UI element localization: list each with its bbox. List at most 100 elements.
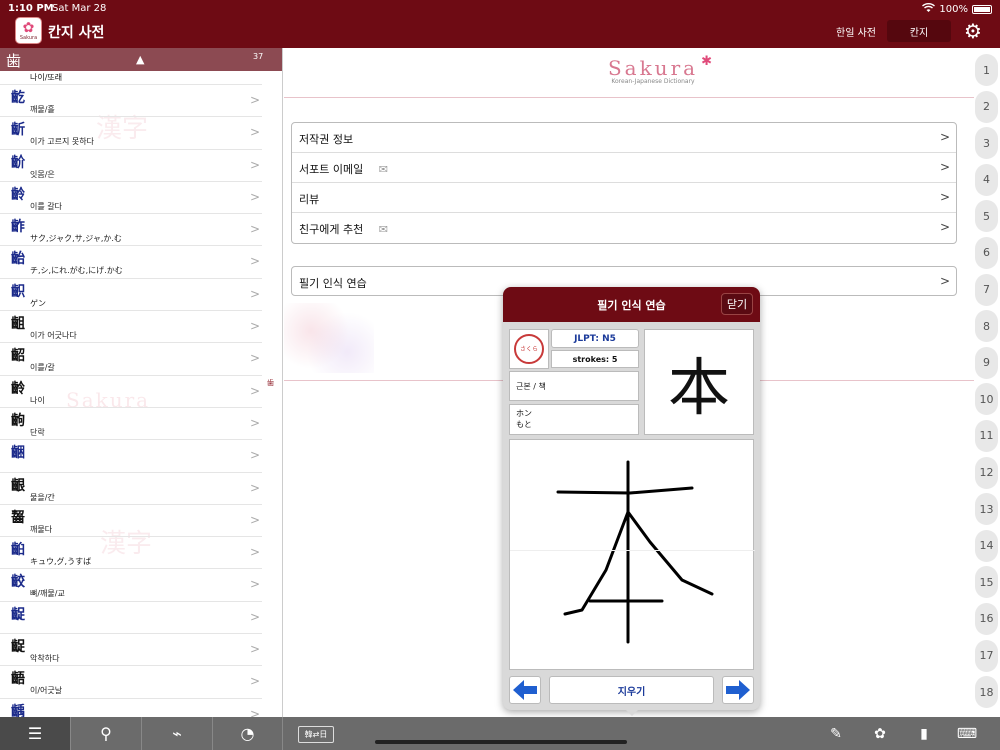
clear-button[interactable]: 지우기 xyxy=(549,676,714,704)
list-item[interactable]: 나이/또래 xyxy=(0,71,262,85)
list-item[interactable]: 齘 잇몸/은 > xyxy=(0,150,262,182)
chevron-right-icon: > xyxy=(249,319,260,334)
logo-subtitle: Korean-Japanese Dictionary xyxy=(611,78,695,85)
list-item[interactable]: 齲 > xyxy=(0,699,262,717)
index-item[interactable]: 18 xyxy=(975,676,998,709)
dictionary-segmented-control: 한일 사전 칸지 xyxy=(825,20,951,42)
list-item[interactable]: 齝チ,シ,にれ.がむ,にげ.かむ > xyxy=(0,246,262,279)
language-switch-button[interactable]: 韓⇄日 xyxy=(298,726,334,743)
list-item[interactable]: 齟 이가 어긋나다 > xyxy=(0,311,262,344)
kanji-char: 齟 xyxy=(11,316,25,333)
tab-kanji[interactable]: 칸지 xyxy=(887,20,951,42)
flower-decoration xyxy=(284,303,374,373)
on-reading: ホン xyxy=(516,409,532,418)
keyboard-icon[interactable]: ⌨ xyxy=(957,724,977,744)
chevron-right-icon: > xyxy=(939,130,950,144)
list-item[interactable]: 齡 이를 갈다 > xyxy=(0,182,262,215)
kanji-meaning-box: 근본 / 책 xyxy=(509,371,639,401)
list-item[interactable]: 齩 뼈/깨물/교 > xyxy=(0,569,262,602)
index-item[interactable]: 11 xyxy=(975,419,998,452)
list-item[interactable]: 齬 이/어긋날 > xyxy=(0,666,262,699)
index-item[interactable]: 14 xyxy=(975,529,998,562)
kanji-char: 齘 xyxy=(11,154,25,171)
kanji-char: 齡 xyxy=(11,380,25,397)
menu-item-recommend[interactable]: 친구에게 추천 ✉ > xyxy=(292,213,956,243)
index-item[interactable]: 17 xyxy=(975,639,998,672)
chevron-right-icon: > xyxy=(249,609,260,624)
list-item[interactable]: 齨キュウ,グ,うすば > xyxy=(0,537,262,570)
flower-icon[interactable]: ✿ xyxy=(870,724,890,744)
collapse-arrow-icon[interactable]: ▲ xyxy=(136,53,144,66)
kun-reading: もと xyxy=(516,420,532,429)
gear-icon[interactable]: ⚙ xyxy=(962,20,984,42)
chevron-right-icon: > xyxy=(249,254,260,269)
index-item[interactable]: 6 xyxy=(975,236,998,269)
settings-menu: 저작권 정보 > 서포트 이메일 ✉ > 리뷰 > 친구에게 추천 ✉ > xyxy=(291,122,957,244)
handwriting-strokes xyxy=(556,460,714,644)
kanji-char: 齡 xyxy=(11,186,25,203)
list-item[interactable]: 齚サク,ジャク,サ,ジャ,か.む > xyxy=(0,214,262,247)
list-item[interactable]: 齞ゲン > xyxy=(0,279,262,312)
list-item[interactable]: 齕 깨물/흘 > xyxy=(0,85,262,118)
list-item[interactable]: 齧 깨물다 > xyxy=(0,505,262,538)
bookmark-icon[interactable]: ⌁ xyxy=(142,717,213,750)
list-item[interactable]: 齠 이를/갈 > xyxy=(0,343,262,376)
next-button[interactable] xyxy=(722,676,754,704)
menu-item-support-email[interactable]: 서포트 이메일 ✉ > xyxy=(292,153,956,183)
pencil-icon[interactable]: ✎ xyxy=(826,724,846,744)
index-item[interactable]: 1 xyxy=(975,54,998,86)
index-item[interactable]: 10 xyxy=(975,383,998,416)
index-item[interactable]: 5 xyxy=(975,200,998,233)
kanji-char: 齞 xyxy=(11,283,25,300)
menu-item-review[interactable]: 리뷰 > xyxy=(292,183,956,213)
radical-header[interactable]: 歯 ▲ 37 xyxy=(0,48,282,71)
battery-percent: 100% xyxy=(939,4,968,15)
mail-icon: ✉ xyxy=(378,163,388,176)
list-item[interactable]: 齣 단락 > xyxy=(0,408,262,441)
list-icon[interactable]: ☰ xyxy=(0,717,71,750)
chevron-right-icon: > xyxy=(249,448,260,463)
list-item[interactable]: 齫 > xyxy=(0,440,262,473)
index-item[interactable]: 2 xyxy=(975,90,998,123)
index-item[interactable]: 12 xyxy=(975,456,998,489)
index-item[interactable]: 4 xyxy=(975,163,998,196)
radical-kanji: 歯 xyxy=(6,52,22,70)
chevron-right-icon: > xyxy=(249,189,260,204)
stroke-count: strokes: 5 xyxy=(551,350,639,368)
bookmark-page-icon[interactable]: ▮ xyxy=(914,724,934,744)
wifi-icon xyxy=(922,3,936,16)
menu-item-label: 리뷰 xyxy=(299,193,320,206)
index-item[interactable]: 13 xyxy=(975,493,998,526)
kanji-meaning: 이를 갈다 xyxy=(30,201,62,211)
chevron-right-icon: > xyxy=(249,577,260,592)
search-icon[interactable]: ⚲ xyxy=(71,717,142,750)
index-item[interactable]: 16 xyxy=(975,602,998,635)
index-item[interactable]: 3 xyxy=(975,127,998,160)
history-icon[interactable]: ◔ xyxy=(213,717,283,750)
kanji-char: 齪 xyxy=(11,606,25,623)
index-item[interactable]: 8 xyxy=(975,310,998,343)
handwriting-practice-popover: 필기 인식 연습 닫기 さくら JLPT: N5 strokes: 5 근본 /… xyxy=(503,287,760,710)
index-item[interactable]: 15 xyxy=(975,566,998,599)
status-time: 1:10 PM xyxy=(8,3,54,14)
close-button[interactable]: 닫기 xyxy=(721,293,753,315)
kanji-char: 齗 xyxy=(11,122,25,139)
kanji-meaning: サク,ジャク,サ,ジャ,か.む xyxy=(30,234,122,244)
list-item[interactable]: 齦 물을/간 > xyxy=(0,473,262,505)
menu-item-label: 저작권 정보 xyxy=(299,133,354,146)
index-item[interactable]: 7 xyxy=(975,273,998,306)
list-item[interactable]: 齪 악착하다 > xyxy=(0,634,262,667)
menu-item-copyright[interactable]: 저작권 정보 > xyxy=(292,123,956,153)
kanji-meaning: ゲン xyxy=(30,298,46,308)
list-item[interactable]: 齪 > xyxy=(0,602,262,635)
chevron-right-icon: > xyxy=(249,512,260,527)
previous-button[interactable] xyxy=(509,676,541,704)
handwriting-canvas[interactable] xyxy=(509,439,755,670)
popover-arrow xyxy=(625,709,639,716)
tab-korean-japanese[interactable]: 한일 사전 xyxy=(825,20,887,42)
index-item[interactable]: 9 xyxy=(975,346,998,379)
list-item[interactable]: 齗 이가 고르지 못하다 > xyxy=(0,117,262,150)
list-item[interactable]: 齡 나이 > xyxy=(0,376,262,408)
chevron-right-icon: > xyxy=(249,351,260,366)
battery-icon xyxy=(972,5,992,14)
